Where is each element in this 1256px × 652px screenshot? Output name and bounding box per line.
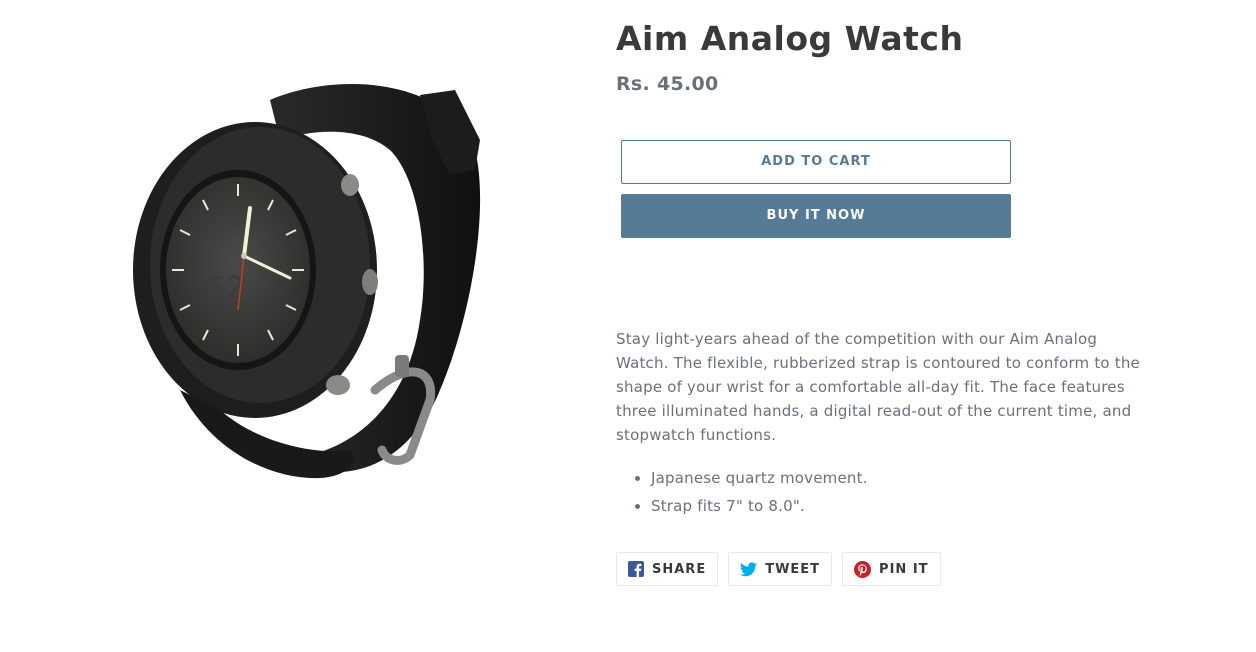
share-label: SHARE xyxy=(652,561,707,577)
watch-image: 52 xyxy=(133,84,481,479)
description-paragraph: Stay light-years ahead of the competitio… xyxy=(616,330,1140,444)
buy-it-now-button[interactable]: BUY IT NOW xyxy=(621,194,1011,238)
product-description: Stay light-years ahead of the competitio… xyxy=(616,327,1141,522)
pin-it-label: PIN IT xyxy=(879,561,929,577)
social-sharing: SHARE TWEET PIN IT xyxy=(616,552,941,586)
tweet-label: TWEET xyxy=(765,561,821,577)
facebook-icon xyxy=(628,561,644,577)
list-item: Japanese quartz movement. xyxy=(651,466,1141,490)
share-facebook-button[interactable]: SHARE xyxy=(616,552,719,586)
product-price: Rs. 45.00 xyxy=(616,73,719,95)
feature-list: Japanese quartz movement. Strap fits 7" … xyxy=(616,466,1141,518)
product-info: Aim Analog Watch Rs. 45.00 ADD TO CART B… xyxy=(616,18,1141,586)
pin-it-button[interactable]: PIN IT xyxy=(842,552,941,586)
tweet-button[interactable]: TWEET xyxy=(728,552,833,586)
product-image[interactable]: 52 xyxy=(120,60,520,500)
pinterest-icon xyxy=(854,560,872,578)
add-to-cart-button[interactable]: ADD TO CART xyxy=(621,140,1011,184)
product-title: Aim Analog Watch xyxy=(616,19,964,58)
twitter-icon xyxy=(740,561,758,577)
list-item: Strap fits 7" to 8.0". xyxy=(651,494,1141,518)
